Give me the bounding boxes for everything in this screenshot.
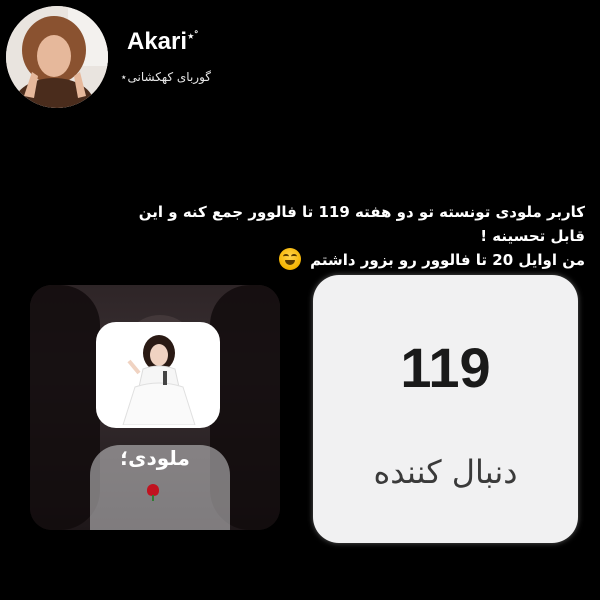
avatar[interactable] — [6, 6, 108, 108]
grinning-sweat-emoji-icon — [278, 248, 301, 270]
profile-bio: گوربای کهکشانی⋆ — [120, 70, 211, 84]
profile-card-name: ملودی؛ — [120, 446, 190, 470]
caption-line-1: کاربر ملودی تونسته تو دو هفته 119 تا فال… — [138, 203, 585, 245]
rose-icon — [147, 484, 159, 501]
follower-count: 119 — [400, 336, 491, 399]
caption-line-2: من اوایل 20 تا فالوور رو بزور داشتم — [130, 248, 585, 272]
profile-photo — [99, 325, 217, 425]
post-caption: کاربر ملودی تونسته تو دو هفته 119 تا فال… — [130, 200, 585, 272]
follower-label: دنبال کننده — [373, 453, 518, 491]
follower-count-card[interactable]: 119 دنبال کننده — [313, 275, 578, 543]
avatar-photo — [6, 6, 108, 108]
star-badge-icon: ⋆˚ — [187, 29, 199, 43]
profile-picture[interactable] — [96, 322, 220, 428]
username[interactable]: Akari⋆˚ — [127, 28, 199, 56]
